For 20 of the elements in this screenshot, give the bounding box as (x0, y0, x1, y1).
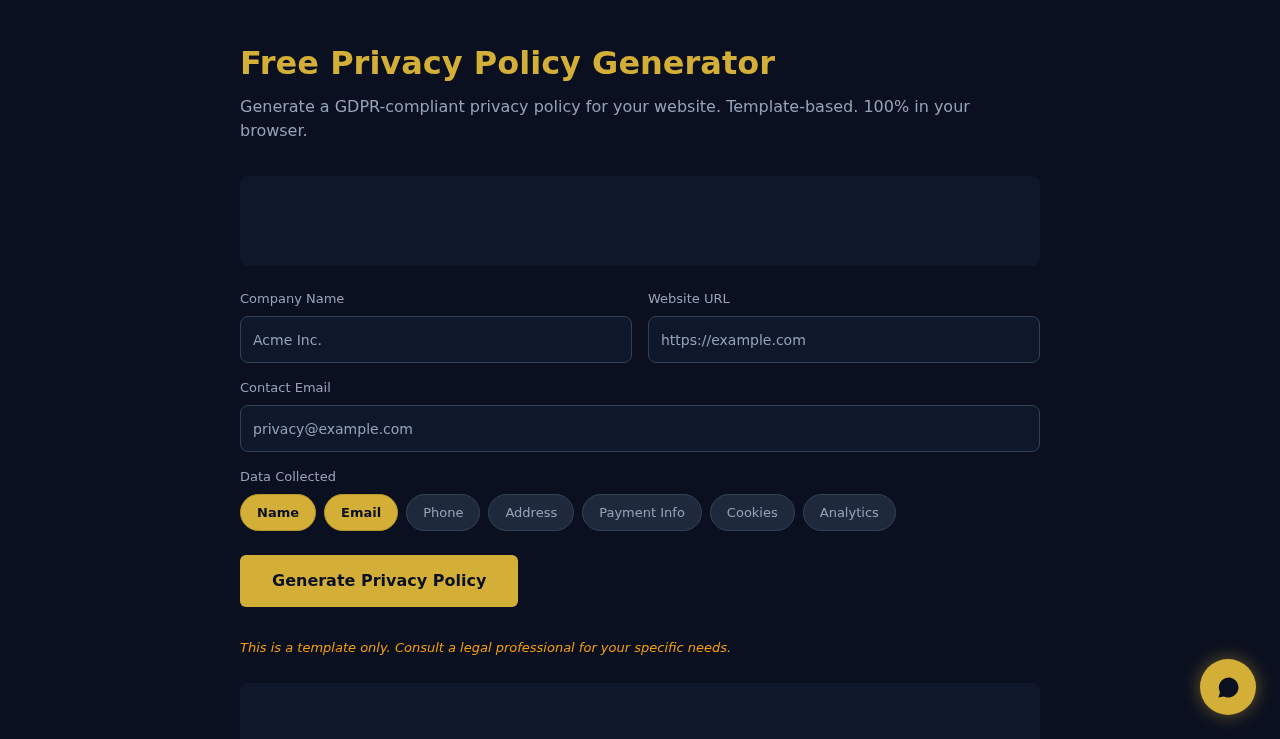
input-field[interactable]: privacy@example.com (240, 405, 1040, 452)
speech-bubble-icon (1217, 676, 1239, 698)
generate-button[interactable]: Generate Privacy Policy (240, 555, 519, 607)
field-label: Website URL (648, 290, 731, 308)
data-option-toggle[interactable]: Name (240, 494, 316, 531)
data-option-toggle[interactable]: Payment Info (582, 494, 702, 531)
data-option-toggle[interactable]: Analytics (802, 494, 896, 531)
data-option-toggle[interactable]: Address (488, 494, 575, 531)
page-title: Free Privacy Policy Generator (240, 44, 776, 82)
data-option-toggle[interactable]: Cookies (709, 494, 795, 531)
input-field[interactable]: https://example.com (648, 316, 1040, 363)
input-field[interactable]: Acme Inc. (240, 316, 632, 363)
field-label: Contact Email (240, 379, 332, 397)
page-subtitle: Generate a GDPR-compliant privacy policy for your website. Template-based. 100% in your browser. (240, 96, 971, 142)
field-label: Data Collected (240, 468, 337, 486)
field-label: Company Name (240, 290, 346, 308)
disclaimer-text: This is a template only. Consult a legal professional for your specific needs. (240, 639, 733, 657)
data-option-toggle[interactable]: Email (324, 494, 399, 531)
data-option-toggle[interactable]: Phone (406, 494, 481, 531)
chat-button[interactable] (1200, 659, 1256, 715)
